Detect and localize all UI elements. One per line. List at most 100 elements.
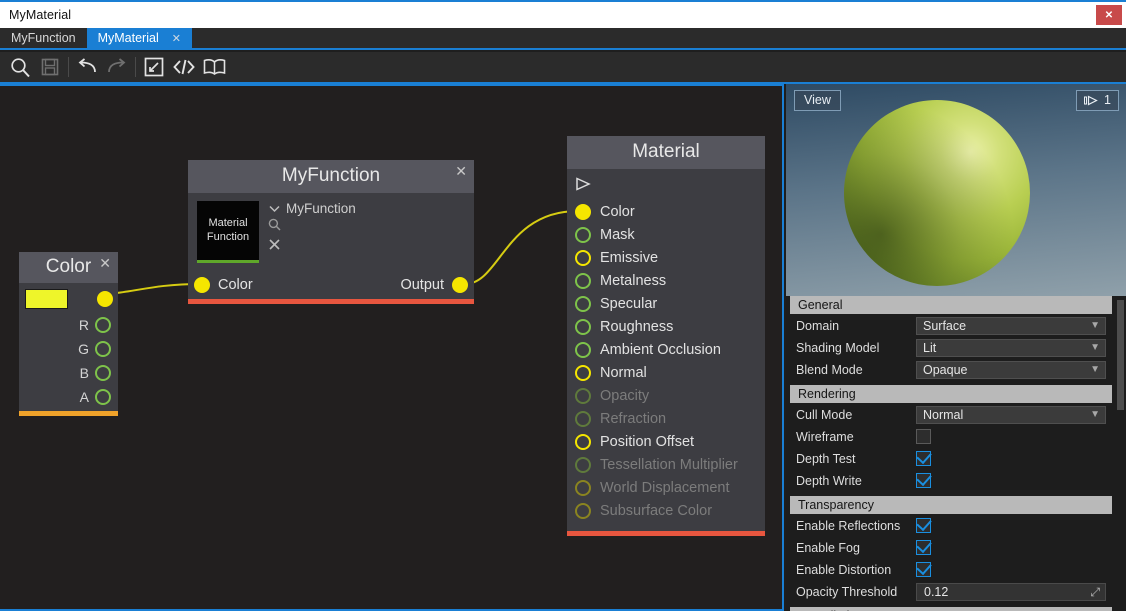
asset-clear-row[interactable] xyxy=(268,238,465,256)
book-icon[interactable] xyxy=(199,53,229,81)
undo-icon[interactable] xyxy=(72,53,102,81)
input-pin xyxy=(575,410,591,427)
chevron-down-icon[interactable] xyxy=(268,202,281,215)
property-control xyxy=(916,451,1126,466)
properties-scrollbar[interactable] xyxy=(1117,300,1124,410)
material-input-position-offset[interactable]: Position Offset xyxy=(567,430,765,453)
material-input-normal[interactable]: Normal xyxy=(567,361,765,384)
node-header: MyFunction ✕ xyxy=(188,160,474,193)
redo-icon[interactable] xyxy=(102,53,132,81)
wireframe-checkbox[interactable] xyxy=(916,429,931,444)
tab-mymaterial[interactable]: MyMaterial ✕ xyxy=(86,28,192,48)
material-input-roughness[interactable]: Roughness xyxy=(567,315,765,338)
depth-test-checkbox[interactable] xyxy=(916,451,931,466)
property-control: Lit ▼ xyxy=(916,338,1126,357)
node-footer-bar xyxy=(188,299,474,304)
property-row-depth-write: Depth Write xyxy=(786,470,1126,491)
property-row-opacity-threshold: Opacity Threshold 0.12 ⤢ xyxy=(786,581,1126,602)
asset-name-row[interactable]: MyFunction xyxy=(268,201,465,216)
title-bar: MyMaterial ✕ xyxy=(0,0,1126,28)
domain-select[interactable]: Surface ▼ xyxy=(916,316,1106,335)
color-swatch[interactable] xyxy=(25,289,68,309)
depth-write-checkbox[interactable] xyxy=(916,473,931,488)
asset-name-label: MyFunction xyxy=(286,201,356,216)
output-pin-g[interactable] xyxy=(95,341,111,357)
input-pin[interactable] xyxy=(575,364,591,381)
input-pin[interactable] xyxy=(575,318,591,335)
node-graph-canvas[interactable]: Color ✕ R G B A MyFunction ✕ Material Fu… xyxy=(0,84,784,611)
material-preview-viewport[interactable]: View 1 xyxy=(786,84,1126,296)
cull-mode-select[interactable]: Normal ▼ xyxy=(916,405,1106,424)
output-pin-r[interactable] xyxy=(95,317,111,333)
enable-distortion-checkbox[interactable] xyxy=(916,562,931,577)
material-input-metalness[interactable]: Metalness xyxy=(567,269,765,292)
shading-model-select[interactable]: Lit ▼ xyxy=(916,338,1106,357)
enable-reflections-checkbox[interactable] xyxy=(916,518,931,533)
opacity-threshold-input[interactable]: 0.12 ⤢ xyxy=(916,582,1106,601)
save-icon[interactable] xyxy=(35,53,65,81)
material-input-ambient-occlusion[interactable]: Ambient Occlusion xyxy=(567,338,765,361)
tab-strip: MyFunction MyMaterial ✕ xyxy=(0,28,1126,50)
output-pin-color[interactable] xyxy=(97,291,113,307)
node-title: Color xyxy=(45,256,92,277)
input-label: Refraction xyxy=(600,410,667,427)
search-icon[interactable] xyxy=(5,53,35,81)
view-menu-button[interactable]: View xyxy=(794,90,841,111)
input-pin xyxy=(575,502,591,519)
selected-value: Surface xyxy=(923,318,967,333)
input-pin[interactable] xyxy=(575,295,591,312)
input-pin[interactable] xyxy=(575,272,591,289)
property-label: Blend Mode xyxy=(796,362,863,377)
material-input-emissive[interactable]: Emissive xyxy=(567,246,765,269)
close-icon[interactable] xyxy=(268,238,281,251)
input-pin[interactable] xyxy=(575,341,591,358)
play-arrow-icon xyxy=(1084,95,1098,105)
node-material[interactable]: Material Color Mask Emissive Metalness S… xyxy=(567,136,765,536)
code-icon[interactable] xyxy=(169,53,199,81)
properties-panel[interactable]: General Domain Surface ▼ Shading Model L… xyxy=(786,296,1126,611)
node-footer-bar xyxy=(567,531,765,536)
viewport-counter[interactable]: 1 xyxy=(1076,90,1119,111)
close-icon[interactable]: ✕ xyxy=(99,256,111,270)
input-label: Normal xyxy=(600,364,647,381)
tab-close-icon[interactable]: ✕ xyxy=(172,32,181,45)
toolbar-separator xyxy=(135,57,136,77)
material-input-color[interactable]: Color xyxy=(567,200,765,223)
close-icon[interactable]: ✕ xyxy=(455,164,467,178)
input-pin[interactable] xyxy=(575,203,591,220)
material-input-mask[interactable]: Mask xyxy=(567,223,765,246)
channel-label: R xyxy=(78,317,89,333)
channel-label: B xyxy=(79,365,89,381)
output-pin-b[interactable] xyxy=(95,365,111,381)
input-pin[interactable] xyxy=(575,249,591,266)
search-icon[interactable] xyxy=(268,218,281,231)
preview-triangle-icon[interactable] xyxy=(567,175,765,200)
section-header-transparency: Transparency xyxy=(790,496,1112,514)
tab-myfunction[interactable]: MyFunction xyxy=(0,28,87,48)
enable-fog-checkbox[interactable] xyxy=(916,540,931,555)
output-pin-output[interactable] xyxy=(452,277,468,293)
material-function-thumbnail[interactable]: Material Function xyxy=(197,201,259,263)
output-pin-a[interactable] xyxy=(95,389,111,405)
node-myfunction[interactable]: MyFunction ✕ Material Function MyFunctio… xyxy=(188,160,474,304)
input-pin[interactable] xyxy=(575,226,591,243)
output-pin-group[interactable]: Output xyxy=(400,277,468,293)
window-close-button[interactable]: ✕ xyxy=(1096,5,1122,25)
property-row-enable-reflections: Enable Reflections xyxy=(786,515,1126,536)
input-label: Mask xyxy=(600,226,635,243)
input-pin[interactable] xyxy=(575,433,591,450)
material-input-specular[interactable]: Specular xyxy=(567,292,765,315)
input-pin-color[interactable] xyxy=(194,277,210,293)
property-label: Cull Mode xyxy=(796,407,853,422)
chevron-down-icon: ▼ xyxy=(1090,319,1100,331)
blend-mode-select[interactable]: Opaque ▼ xyxy=(916,360,1106,379)
property-control xyxy=(916,473,1126,488)
right-panel: View 1 General Domain Surface ▼ Shading … xyxy=(786,84,1126,611)
channel-row-a: A xyxy=(19,389,118,405)
expand-icon[interactable]: ⤢ xyxy=(1090,585,1100,600)
selected-value: Normal xyxy=(923,407,964,422)
asset-search-row[interactable] xyxy=(268,218,465,236)
fit-view-icon[interactable] xyxy=(139,53,169,81)
node-color[interactable]: Color ✕ R G B A xyxy=(19,252,118,416)
input-pin-group[interactable]: Color xyxy=(194,277,253,293)
